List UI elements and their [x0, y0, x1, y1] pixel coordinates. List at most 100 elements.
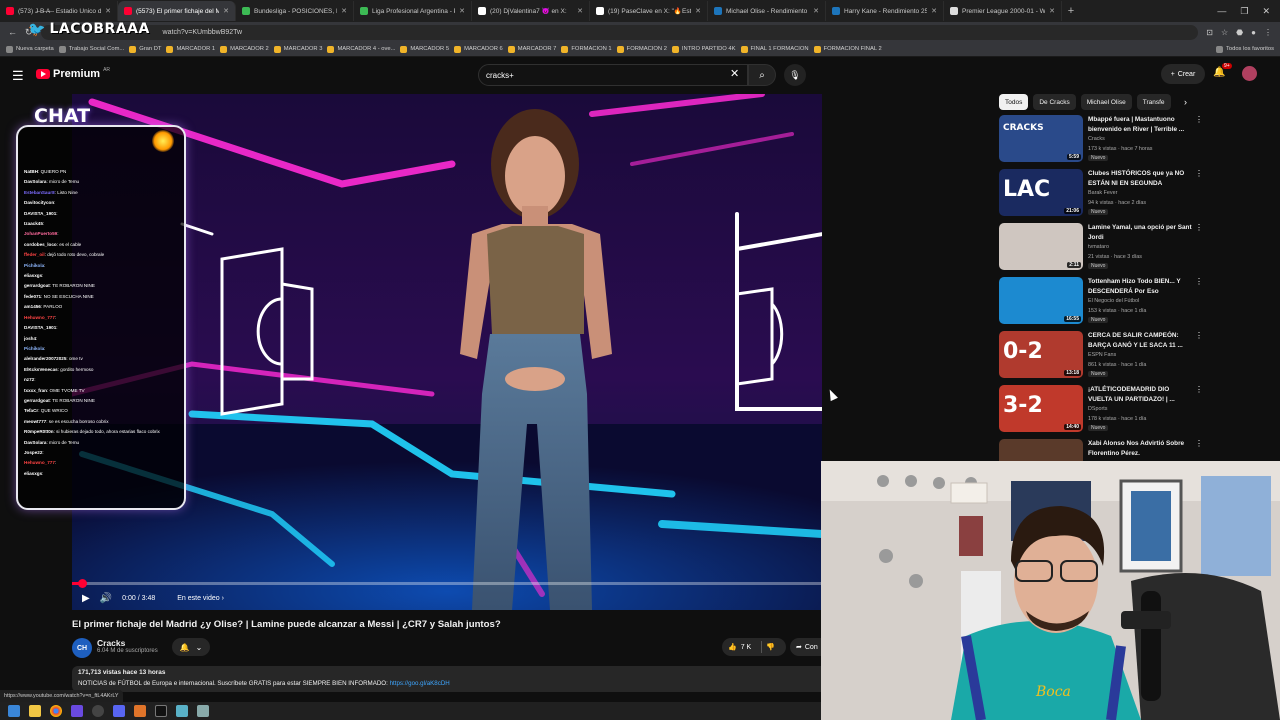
close-icon[interactable]: ✕	[223, 7, 229, 15]
recommended-video[interactable]: 16:55 Tottenham Hizo Todo BIEN... Y DESCE…	[999, 277, 1204, 327]
back-icon[interactable]: ←	[8, 27, 17, 37]
video-thumbnail[interactable]: 16:55	[999, 277, 1083, 324]
browser-tab[interactable]: Liga Profesional Argentina - P ✕	[354, 1, 472, 21]
in-this-video-button[interactable]: En este video ›	[177, 595, 224, 602]
all-bookmarks[interactable]: Todos los favoritos	[1215, 45, 1274, 53]
recommended-video[interactable]: 0-2 13:18 CERCA DE SALIR CAMPEÓN: BARÇA GA…	[999, 331, 1204, 381]
video-thumbnail[interactable]: 3-2 14:40	[999, 385, 1083, 432]
create-button[interactable]: + Crear	[1161, 64, 1205, 84]
star-icon[interactable]: ☆	[1221, 28, 1228, 37]
description-box[interactable]	[72, 666, 832, 692]
more-options-icon[interactable]: ⋮	[1195, 385, 1203, 394]
bookmark-item[interactable]: FORMACION 2	[616, 45, 667, 53]
minimize-icon[interactable]: —	[1217, 6, 1226, 17]
app-icon[interactable]	[113, 705, 125, 717]
filter-chip[interactable]: Michael Olise	[1080, 94, 1132, 110]
app-icon[interactable]	[71, 705, 83, 717]
more-icon[interactable]: ⋮	[1264, 28, 1272, 37]
video-title[interactable]: Clubes HISTÓRICOS que ya NO ESTÁN NI EN …	[1088, 169, 1193, 189]
channel-name[interactable]: El Negocio del Fútbol	[1088, 298, 1139, 304]
browser-tab[interactable]: Premier League 2000-01 - Wiki ✕	[944, 1, 1062, 21]
app-icon[interactable]	[155, 705, 167, 717]
more-options-icon[interactable]: ⋮	[1195, 115, 1203, 124]
recommended-video[interactable]: 2:11 Lamine Yamal, una opció per Sant Jor…	[999, 223, 1204, 273]
video-title[interactable]: Lamine Yamal, una opció per Sant Jordi	[1088, 223, 1193, 243]
bookmark-item[interactable]: INTRO PARTIDO 4K	[671, 45, 736, 53]
search-button[interactable]: ⌕	[748, 64, 776, 86]
more-options-icon[interactable]: ⋮	[1195, 223, 1203, 232]
menu-icon[interactable]: ☰	[12, 68, 24, 84]
recommended-video[interactable]: LAC 21:06 Clubes HISTÓRICOS que ya NO ESTÁ…	[999, 169, 1204, 219]
video-title[interactable]: CERCA DE SALIR CAMPEÓN: BARÇA GANÓ Y LE …	[1088, 331, 1193, 351]
bookmark-item[interactable]: MARCADOR 5	[400, 45, 449, 53]
video-thumbnail[interactable]: CRACKS 5:59	[999, 115, 1083, 162]
extension-icon[interactable]: ⬣	[1236, 28, 1243, 37]
app-icon[interactable]	[176, 705, 188, 717]
new-tab-button[interactable]: +	[1062, 5, 1080, 17]
youtube-logo[interactable]: Premium AR	[36, 67, 110, 80]
file-explorer-icon[interactable]	[29, 705, 41, 717]
subscription-bell-button[interactable]: 🔔 ⌄	[172, 638, 210, 656]
browser-tab[interactable]: Bundesliga - POSICIONES, RES ✕	[236, 1, 354, 21]
app-icon[interactable]	[134, 705, 146, 717]
browser-tab[interactable]: Harry Kane - Rendimiento 25/2 ✕	[826, 1, 944, 21]
more-options-icon[interactable]: ⋮	[1195, 439, 1203, 448]
browser-tab[interactable]: (19) PaseClave en X: "🔥Est ✕	[590, 1, 708, 21]
channel-name[interactable]: Cracks	[97, 638, 125, 648]
chrome-icon[interactable]	[50, 705, 62, 717]
thumbs-down-icon[interactable]: 👎	[766, 643, 775, 651]
maximize-icon[interactable]: ❐	[1240, 6, 1248, 17]
app-icon[interactable]	[197, 705, 209, 717]
chevron-right-icon[interactable]: ›	[1184, 97, 1187, 107]
recommended-video[interactable]: CRACKS 5:59 Mbappé fuera | Mastantuono bie…	[999, 115, 1204, 165]
start-icon[interactable]	[8, 705, 20, 717]
channel-name[interactable]: DSports	[1088, 406, 1107, 412]
profile-icon[interactable]: ●	[1251, 28, 1256, 37]
bookmark-item[interactable]: Trabajo Social Com...	[58, 45, 124, 53]
close-icon[interactable]: ✕	[341, 7, 347, 15]
search-input[interactable]: cracks+	[478, 64, 748, 86]
channel-name[interactable]: ESPN Fans	[1088, 352, 1116, 358]
like-button[interactable]: 👍 7 K 👎	[722, 638, 786, 656]
bookmark-item[interactable]: MARCADOR 1	[166, 45, 215, 53]
bookmark-item[interactable]: MARCADOR 3	[273, 45, 322, 53]
play-icon[interactable]: ▶	[82, 593, 90, 604]
browser-tab[interactable]: (20) DjValentina7 😈 en X: ✕	[472, 1, 590, 21]
close-icon[interactable]: ✕	[1049, 7, 1055, 15]
bookmark-item[interactable]: Nueva carpeta	[6, 45, 54, 53]
channel-name[interactable]: Barak Fever	[1088, 190, 1117, 196]
bookmark-item[interactable]: FORMACION 1	[561, 45, 612, 53]
filter-chip[interactable]: Transfe	[1136, 94, 1171, 110]
video-thumbnail[interactable]: 2:11	[999, 223, 1083, 270]
close-icon[interactable]: ✕	[931, 7, 937, 15]
bookmark-item[interactable]: Gran DT	[129, 45, 161, 53]
bookmark-item[interactable]: MARCADOR 7	[507, 45, 556, 53]
video-title[interactable]: Xabi Alonso Nos Advirtió Sobre Florentin…	[1088, 439, 1193, 459]
url-field[interactable]: watch?v=KUmbbwB92Tw	[40, 24, 1199, 40]
obs-icon[interactable]	[92, 705, 104, 717]
bookmark-item[interactable]: MARCADOR 6	[454, 45, 503, 53]
channel-name[interactable]: tvmataro	[1088, 244, 1109, 250]
install-icon[interactable]: ⊡	[1206, 28, 1213, 37]
video-thumbnail[interactable]: 0-2 13:18	[999, 331, 1083, 378]
channel-avatar[interactable]: CH	[72, 638, 92, 658]
volume-icon[interactable]: 🔊	[100, 593, 112, 604]
video-title[interactable]: Tottenham Hizo Todo BIEN... Y DESCENDERÁ…	[1088, 277, 1193, 297]
channel-name[interactable]: Cracks	[1088, 136, 1105, 142]
recommended-video[interactable]: 3-2 14:40 ¡ATLÉTICODEMADRID DIO VUELTA UN …	[999, 385, 1204, 435]
progress-scrubber[interactable]	[78, 579, 87, 588]
bookmark-item[interactable]: FORMACION FINAL 2	[813, 45, 882, 53]
video-thumbnail[interactable]: LAC 21:06	[999, 169, 1083, 216]
more-options-icon[interactable]: ⋮	[1195, 277, 1203, 286]
bookmark-item[interactable]: MARCADOR 4 - ove...	[327, 45, 395, 53]
close-icon[interactable]: ✕	[577, 7, 583, 15]
close-window-icon[interactable]: ✕	[1262, 6, 1270, 17]
progress-bar[interactable]	[72, 579, 822, 588]
more-options-icon[interactable]: ⋮	[1195, 331, 1203, 340]
account-avatar[interactable]	[1242, 66, 1257, 81]
more-options-icon[interactable]: ⋮	[1195, 169, 1203, 178]
filter-chip[interactable]: Todos	[999, 94, 1029, 110]
video-title[interactable]: Mbappé fuera | Mastantuono bienvenido en…	[1088, 115, 1193, 135]
close-icon[interactable]: ✕	[695, 7, 701, 15]
bookmark-item[interactable]: FINAL 1 FORMACION	[740, 45, 809, 53]
